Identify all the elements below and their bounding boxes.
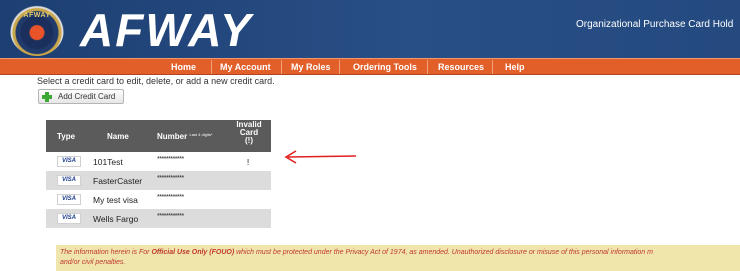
nav-separator: [211, 60, 212, 74]
col-type-header: Type: [57, 132, 76, 141]
brand-title: AFWAY: [80, 4, 253, 56]
nav-help[interactable]: Help: [505, 59, 525, 75]
col-number-header: Number Last 4 digits*: [157, 132, 212, 141]
seal-text: AFWAY: [23, 12, 51, 19]
table-row[interactable]: VISA My test visa ************: [46, 190, 271, 209]
nav-ordering-tools[interactable]: Ordering Tools: [353, 59, 417, 75]
credit-cards-table: Type Name Number Last 4 digits* Invalid …: [46, 120, 271, 228]
main-nav: Home My Account My Roles Ordering Tools …: [0, 58, 740, 75]
privacy-notice: The information herein is For Official U…: [56, 245, 740, 271]
card-name[interactable]: 101Test: [93, 157, 123, 167]
col-name-header: Name: [107, 132, 129, 141]
notice-bold: Official Use Only (FOUO): [151, 249, 235, 256]
col-invalid-line3: (!): [245, 136, 253, 145]
afway-seal-logo: AFWAY: [10, 4, 64, 56]
nav-my-account[interactable]: My Account: [220, 59, 271, 75]
col-number-note: Last 4 digits*: [189, 132, 213, 137]
card-name[interactable]: Wells Fargo: [93, 214, 138, 224]
table-row[interactable]: VISA Wells Fargo ************: [46, 209, 271, 228]
col-number-label: Number: [157, 132, 188, 141]
nav-separator: [281, 60, 282, 74]
notice-line2: and/or civil penalties.: [60, 259, 126, 266]
notice-prefix: The information herein is For: [60, 249, 152, 256]
card-number: ************: [157, 156, 184, 163]
header-banner: AFWAY AFWAY Organizational Purchase Card…: [0, 0, 740, 58]
visa-card-icon: VISA: [57, 213, 81, 224]
nav-home[interactable]: Home: [171, 59, 196, 75]
invalid-flag: !: [246, 157, 250, 167]
notice-line1: The information herein is For Official U…: [60, 248, 736, 258]
nav-resources[interactable]: Resources: [438, 59, 484, 75]
instruction-text: Select a credit card to edit, delete, or…: [37, 76, 275, 86]
annotation-arrow-icon: [284, 150, 357, 164]
notice-suffix: which must be protected under the Privac…: [234, 249, 653, 256]
add-credit-card-label: Add Credit Card: [58, 92, 116, 101]
visa-card-icon: VISA: [57, 156, 81, 167]
plus-icon: [42, 92, 52, 102]
table-row[interactable]: VISA 101Test ************ !: [46, 152, 271, 171]
visa-card-icon: VISA: [57, 194, 81, 205]
col-invalid-header: Invalid Card (!): [234, 121, 264, 145]
nav-separator: [427, 60, 428, 74]
site-subtitle: Organizational Purchase Card Hold: [576, 19, 734, 30]
card-number: ************: [157, 194, 184, 201]
card-number: ************: [157, 213, 184, 220]
card-name[interactable]: FasterCaster: [93, 176, 142, 186]
table-header: Type Name Number Last 4 digits* Invalid …: [46, 120, 271, 152]
nav-my-roles[interactable]: My Roles: [291, 59, 331, 75]
add-credit-card-button[interactable]: Add Credit Card: [38, 89, 124, 104]
visa-card-icon: VISA: [57, 175, 81, 186]
table-row[interactable]: VISA FasterCaster ************: [46, 171, 271, 190]
nav-separator: [492, 60, 493, 74]
card-number: ************: [157, 175, 184, 182]
card-name[interactable]: My test visa: [93, 195, 138, 205]
nav-separator: [339, 60, 340, 74]
